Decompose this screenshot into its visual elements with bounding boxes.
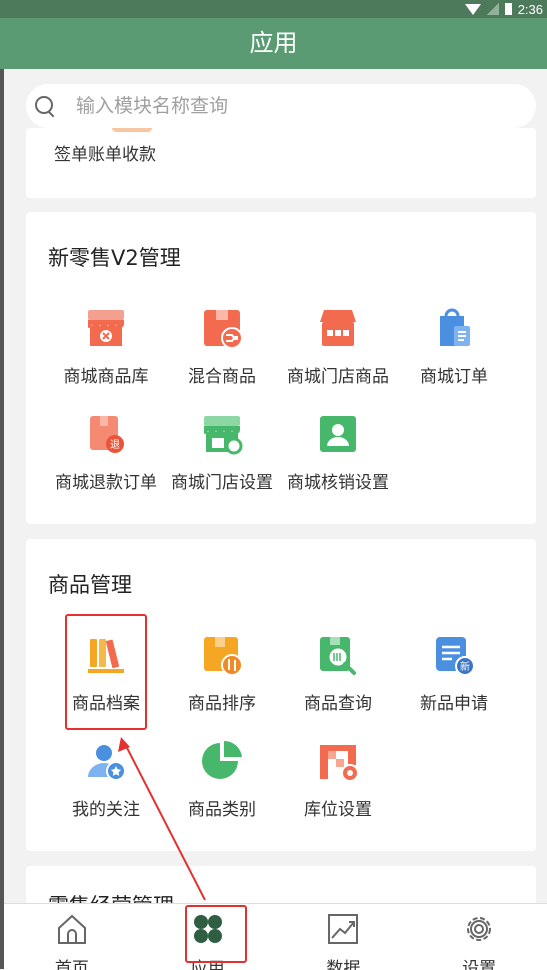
- app-item-mall-goods[interactable]: 商城商品库: [48, 304, 164, 387]
- app-item-mixed-goods[interactable]: 混合商品: [164, 304, 280, 387]
- tab-settings[interactable]: 设置: [411, 904, 547, 970]
- svg-text:新: 新: [460, 660, 470, 673]
- left-edge: [0, 69, 4, 969]
- app-item-label: 新品申请: [420, 694, 488, 714]
- section-title: 新零售V2管理: [48, 246, 181, 270]
- refund-order-icon: 退: [82, 410, 130, 458]
- status-time: 2:36: [517, 1, 543, 17]
- app-item-label: 商城门店商品: [287, 367, 389, 387]
- highlight-apps-tab: [185, 905, 247, 963]
- app-item-label: 商品类别: [188, 800, 256, 820]
- app-item-verify-settings[interactable]: 商城核销设置: [280, 410, 396, 493]
- app-item-label: 商品查询: [304, 694, 372, 714]
- page-title: 应用: [0, 18, 547, 69]
- section-title: 商品管理: [48, 573, 132, 597]
- tab-data[interactable]: 数据: [276, 904, 412, 970]
- signal-icon: [486, 3, 499, 15]
- app-item-label: 库位设置: [304, 800, 372, 820]
- app-item-store-settings[interactable]: 商城门店设置: [164, 410, 280, 493]
- mall-store-goods-icon: [314, 304, 362, 352]
- app-item-storage-settings[interactable]: 库位设置: [280, 737, 396, 820]
- section-retail-v2: 新零售V2管理 商城商品库 混合商品 商城门店商品 商城订单 退 商城退款订单 …: [26, 212, 536, 524]
- sign-bill-item-label[interactable]: 签单账单收款: [54, 140, 156, 165]
- my-follow-user-icon: [82, 737, 130, 785]
- tab-label: 首页: [54, 959, 89, 970]
- tab-home[interactable]: 首页: [4, 904, 140, 970]
- store-settings-icon: [198, 410, 246, 458]
- search-bar[interactable]: [26, 84, 536, 128]
- bottom-tab-bar: 首页 应用 数据 设置: [4, 903, 547, 970]
- storage-settings-icon: [314, 737, 362, 785]
- goods-search-icon: [314, 631, 362, 679]
- new-goods-apply-icon: 新: [430, 631, 478, 679]
- goods-category-pie-icon: [198, 737, 246, 785]
- battery-icon: [504, 3, 512, 15]
- mixed-goods-icon: [198, 304, 246, 352]
- home-icon: [55, 912, 89, 946]
- mall-goods-store-icon: [82, 304, 130, 352]
- goods-sort-icon: [198, 631, 246, 679]
- app-item-refund-order[interactable]: 退 商城退款订单: [48, 410, 164, 493]
- search-input[interactable]: [76, 95, 476, 117]
- app-item-my-follow[interactable]: 我的关注: [48, 737, 164, 820]
- app-item-label: 商城商品库: [63, 367, 149, 387]
- app-item-label: 商城订单: [420, 367, 488, 387]
- app-item-label: 商城退款订单: [55, 473, 157, 493]
- mall-order-bag-icon: [430, 304, 478, 352]
- app-item-mall-store-goods[interactable]: 商城门店商品: [280, 304, 396, 387]
- svg-text:退: 退: [110, 439, 120, 451]
- app-item-label: 商品排序: [188, 694, 256, 714]
- app-item-label: 商城核销设置: [287, 473, 389, 493]
- highlight-goods-archive: [65, 614, 147, 730]
- status-bar: 2:36: [0, 0, 547, 18]
- top-card: 签单账单收款: [26, 128, 536, 198]
- app-item-mall-order[interactable]: 商城订单: [396, 304, 512, 387]
- app-item-goods-search[interactable]: 商品查询: [280, 631, 396, 714]
- app-item-goods-category[interactable]: 商品类别: [164, 737, 280, 820]
- wifi-icon: [464, 3, 481, 15]
- partial-icon: [112, 128, 152, 132]
- app-item-label: 混合商品: [188, 367, 256, 387]
- app-item-label: 商城门店设置: [171, 473, 273, 493]
- settings-gear-icon: [462, 912, 496, 946]
- chart-icon: [326, 912, 360, 946]
- tab-label: 数据: [326, 959, 361, 970]
- search-icon: [34, 95, 56, 117]
- app-item-label: 我的关注: [72, 800, 140, 820]
- tab-label: 设置: [462, 959, 497, 970]
- app-item-goods-sort[interactable]: 商品排序: [164, 631, 280, 714]
- verify-settings-icon: [314, 410, 362, 458]
- app-item-new-goods-apply[interactable]: 新 新品申请: [396, 631, 512, 714]
